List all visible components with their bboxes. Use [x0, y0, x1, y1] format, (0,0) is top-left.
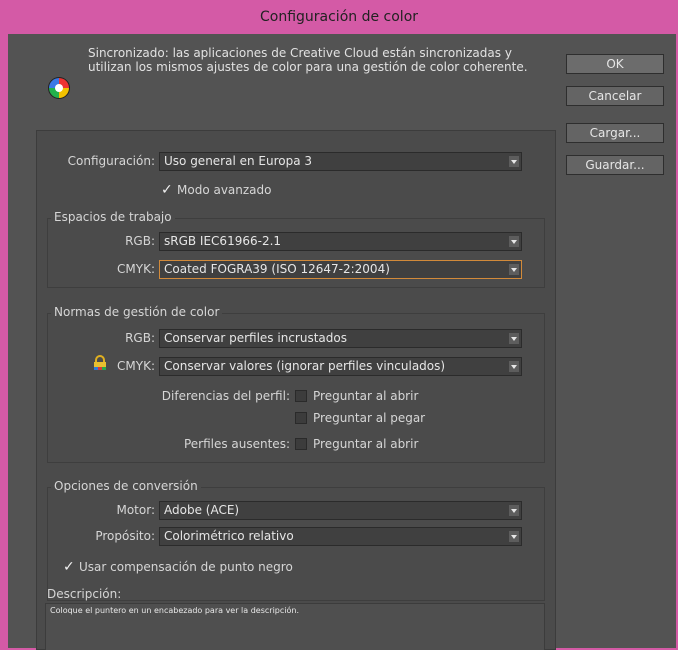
policy-cmyk-value: Conservar valores (ignorar perfiles vinc…: [164, 359, 446, 373]
engine-label: Motor:: [116, 503, 155, 517]
policy-cmyk-dropdown[interactable]: Conservar valores (ignorar perfiles vinc…: [159, 357, 522, 376]
sync-message: Sincronizado: las aplicaciones de Creati…: [88, 46, 528, 74]
missing-ask-open-label: Preguntar al abrir: [313, 437, 419, 451]
chevron-down-icon: [509, 156, 519, 167]
engine-value: Adobe (ACE): [164, 503, 240, 517]
cancel-button[interactable]: Cancelar: [566, 86, 664, 106]
save-button[interactable]: Guardar...: [566, 155, 664, 175]
working-spaces-title: Espacios de trabajo: [51, 210, 175, 224]
working-cmyk-dropdown[interactable]: Coated FOGRA39 (ISO 12647-2:2004): [159, 260, 522, 279]
ask-open-checkbox[interactable]: [295, 390, 307, 402]
profile-mismatch-label: Diferencias del perfil:: [161, 389, 290, 403]
policy-rgb-dropdown[interactable]: Conservar perfiles incrustados: [159, 329, 522, 348]
chevron-down-icon: [509, 236, 519, 247]
ask-paste-label: Preguntar al pegar: [313, 411, 426, 425]
black-point-checkmark-icon[interactable]: ✓: [63, 560, 75, 574]
working-rgb-value: sRGB IEC61966-2.1: [164, 234, 282, 248]
working-cmyk-value: Coated FOGRA39 (ISO 12647-2:2004): [164, 262, 390, 276]
ask-open-label: Preguntar al abrir: [313, 389, 419, 403]
working-rgb-dropdown[interactable]: sRGB IEC61966-2.1: [159, 232, 522, 251]
policy-rgb-value: Conservar perfiles incrustados: [164, 331, 347, 345]
intent-dropdown[interactable]: Colorimétrico relativo: [159, 527, 522, 546]
window-title: Configuración de color: [259, 9, 419, 25]
chevron-down-icon: [509, 531, 519, 542]
working-cmyk-label: CMYK:: [117, 262, 155, 276]
black-point-label: Usar compensación de punto negro: [79, 560, 293, 574]
dialog-body: Sincronizado: las aplicaciones de Creati…: [8, 34, 676, 650]
settings-value: Uso general en Europa 3: [164, 154, 313, 168]
chevron-down-icon: [509, 333, 519, 344]
intent-value: Colorimétrico relativo: [164, 529, 294, 543]
working-rgb-label: RGB:: [125, 234, 155, 248]
missing-ask-open-checkbox[interactable]: [295, 438, 307, 450]
settings-label: Configuración:: [67, 154, 155, 168]
conversion-title: Opciones de conversión: [51, 479, 201, 493]
advanced-mode-label: Modo avanzado: [177, 183, 272, 197]
policy-rgb-label: RGB:: [125, 331, 155, 345]
chevron-down-icon: [509, 264, 519, 275]
policy-cmyk-label: CMYK:: [117, 359, 155, 373]
settings-panel: Configuración: Uso general en Europa 3 ✓…: [36, 130, 556, 650]
settings-dropdown[interactable]: Uso general en Europa 3: [159, 152, 522, 171]
description-text: Coloque el puntero en un encabezado para…: [50, 606, 300, 615]
chevron-down-icon: [509, 361, 519, 372]
engine-dropdown[interactable]: Adobe (ACE): [159, 501, 522, 520]
missing-profiles-label: Perfiles ausentes:: [183, 437, 290, 451]
load-button[interactable]: Cargar...: [566, 123, 664, 143]
ok-button[interactable]: OK: [566, 54, 664, 74]
policies-title: Normas de gestión de color: [51, 305, 223, 319]
intent-label: Propósito:: [95, 529, 155, 543]
advanced-mode-checkmark-icon[interactable]: ✓: [161, 183, 173, 197]
description-title: Descripción:: [47, 587, 122, 601]
description-box: Coloque el puntero en un encabezado para…: [45, 603, 545, 650]
color-sync-icon: [47, 76, 71, 100]
chevron-down-icon: [509, 505, 519, 516]
ask-paste-checkbox[interactable]: [295, 412, 307, 424]
